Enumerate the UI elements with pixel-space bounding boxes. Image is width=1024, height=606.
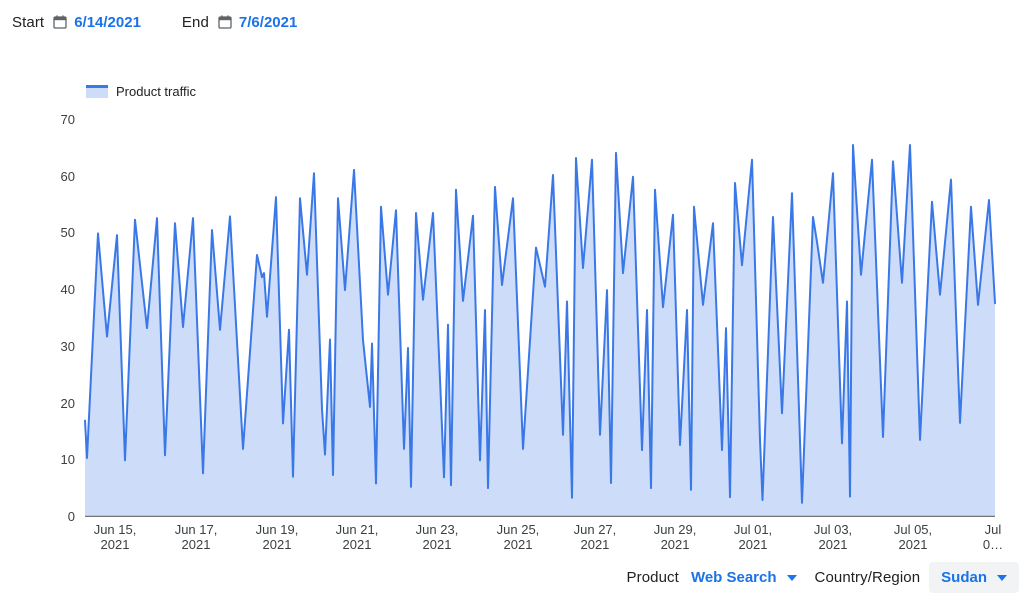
x-tick-label: Jun 25, 2021 bbox=[483, 522, 553, 552]
x-tick-label: Jun 17, 2021 bbox=[161, 522, 231, 552]
x-tick-label: Jun 23, 2021 bbox=[402, 522, 472, 552]
country-region-label: Country/Region bbox=[815, 569, 921, 586]
x-tick-label: Jun 29, 2021 bbox=[640, 522, 710, 552]
product-label: Product bbox=[627, 569, 679, 586]
y-tick-label: 60 bbox=[31, 169, 75, 185]
x-tick-label: Jul 01, 2021 bbox=[718, 522, 788, 552]
product-dropdown[interactable]: Web Search bbox=[691, 569, 797, 586]
y-tick-label: 30 bbox=[31, 339, 75, 355]
y-tick-label: 0 bbox=[31, 509, 75, 525]
chevron-down-icon bbox=[787, 575, 797, 581]
y-tick-label: 40 bbox=[31, 282, 75, 298]
area-series-fill bbox=[85, 145, 995, 517]
y-tick-label: 20 bbox=[31, 396, 75, 412]
x-tick-label: Jun 27, 2021 bbox=[560, 522, 630, 552]
chart-plot-area[interactable] bbox=[85, 120, 995, 517]
x-tick-label: Jun 21, 2021 bbox=[322, 522, 392, 552]
x-tick-label: Jul 03, 2021 bbox=[798, 522, 868, 552]
country-region-value: Sudan bbox=[941, 569, 987, 586]
y-tick-label: 70 bbox=[31, 112, 75, 128]
traffic-area-chart: 0 10 20 30 40 50 60 70 Jun 15, 2021 Jun 17, 2021… bbox=[0, 0, 1024, 606]
country-region-dropdown[interactable]: Sudan bbox=[929, 562, 1019, 593]
x-tick-label: Jul 0… bbox=[958, 522, 1024, 552]
x-tick-label: Jun 15, 2021 bbox=[80, 522, 150, 552]
x-tick-label: Jul 05, 2021 bbox=[878, 522, 948, 552]
y-tick-label: 50 bbox=[31, 225, 75, 241]
chevron-down-icon bbox=[997, 575, 1007, 581]
x-tick-label: Jun 19, 2021 bbox=[242, 522, 312, 552]
product-value: Web Search bbox=[691, 569, 777, 586]
chart-controls: Product Web Search Country/Region Sudan bbox=[627, 561, 1019, 593]
y-tick-label: 10 bbox=[31, 452, 75, 468]
